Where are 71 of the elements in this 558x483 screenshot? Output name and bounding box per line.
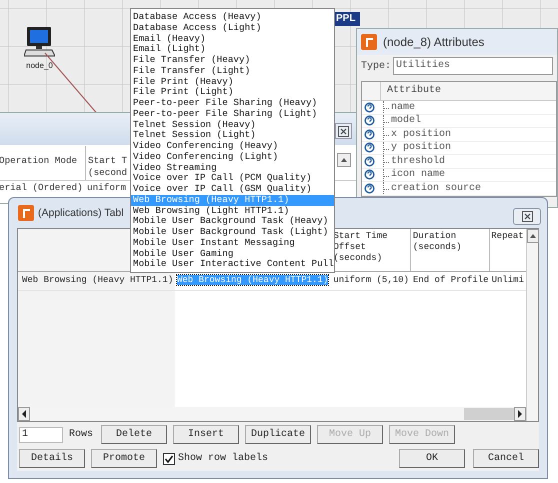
menu-item[interactable]: Video Conferencing (Light) [131,152,334,162]
close-button[interactable] [513,208,541,225]
checkbox[interactable] [163,452,175,464]
menu-item[interactable]: Mobile User Gaming [131,248,334,260]
table-cell: uniform (5,10) [333,275,409,285]
close-icon [522,211,532,222]
menu-item[interactable]: Mobile User Background Task (Light) [131,227,334,238]
table-cell: Unlimi [492,275,524,285]
close-button[interactable] [335,123,352,139]
menu-item[interactable]: Telnet Session (Heavy) [131,120,334,130]
action-button[interactable]: Duplicate [245,425,312,444]
help-icon [364,142,375,154]
app-icon [361,34,377,50]
help-icon [364,115,375,126]
checkbox-label: Show row labels [178,453,268,464]
attribute-name: x position [391,128,452,140]
scroll-up-icon [337,153,351,167]
column-header: Repeat [490,230,525,243]
attribute-name: model [391,115,422,126]
menu-item[interactable]: Peer-to-peer File Sharing (Light) [131,108,334,120]
menu-item[interactable]: Mobile User Instant Messaging [131,238,334,248]
action-button[interactable]: Delete [101,425,168,444]
menu-item[interactable]: File Transfer (Heavy) [131,55,334,66]
computer-icon [24,26,55,57]
menu-item[interactable]: Video Conferencing (Heavy) [131,141,334,152]
column-header: Attribute [386,84,442,98]
menu-item[interactable]: Voice over IP Call (GSM Quality) [131,184,334,195]
action-button[interactable]: OK [399,449,465,468]
type-label: Type: [361,60,392,72]
menu-item[interactable]: File Transfer (Light) [131,66,334,76]
menu-item[interactable]: Voice over IP Call (PCM Quality) [131,173,334,184]
menu-item[interactable]: Email (Heavy) [131,34,334,44]
action-button[interactable]: Cancel [473,449,539,468]
menu-item[interactable]: Email (Light) [131,44,334,55]
menu-item[interactable]: Telnet Session (Light) [131,130,334,141]
action-button[interactable]: Insert [173,425,240,444]
menu-item[interactable]: File Print (Light) [131,87,334,98]
attribute-name: threshold [391,156,446,167]
window-title: (node_8) Attributes [383,35,484,49]
attribute-name: name [391,102,416,113]
type-field[interactable]: Utilities [393,57,553,75]
rows-field[interactable]: 1 [19,426,63,442]
menu-item[interactable]: Peer-to-peer File Sharing (Heavy) [131,98,334,109]
menu-item[interactable]: Mobile User Interactive Content Pull [131,259,334,270]
attribute-name: y position [391,142,452,154]
attribute-name: creation source [391,182,482,194]
close-icon [338,126,349,136]
table-cell-text: uniform [86,181,128,195]
column-header: Duration (seconds) [410,229,490,271]
help-icon [364,182,375,194]
app-icon [18,205,34,221]
scroll-thumb[interactable] [464,408,514,420]
help-icon [364,156,375,167]
help-icon [364,169,375,180]
action-button[interactable]: Details [19,449,85,468]
row-label: Web Browsing (Heavy HTTP1.1) [18,272,175,290]
menu-item[interactable]: Mobile User Background Task (Heavy) [131,216,334,227]
menu-item[interactable]: Video Streaming [131,162,334,174]
node-label: node_0 [26,61,53,70]
rows-label: Rows [69,429,94,440]
menu-item[interactable]: Web Browsing (Light HTTP1.1) [131,206,334,216]
tab-label: PPL [334,12,360,26]
attribute-name: icon name [391,169,446,180]
table-cell: End of Profile [412,275,489,285]
menu-item[interactable]: Database Access (Light) [131,22,334,34]
window-title: (Applications) Tabl [38,207,124,219]
menu-item[interactable]: File Print (Heavy) [131,76,334,88]
table-cell: Web Browsing (Heavy HTTP1.1) [177,275,328,285]
action-button[interactable]: Promote [91,449,157,468]
help-icon [364,128,375,140]
menu-item[interactable]: Database Access (Heavy) [131,12,334,23]
